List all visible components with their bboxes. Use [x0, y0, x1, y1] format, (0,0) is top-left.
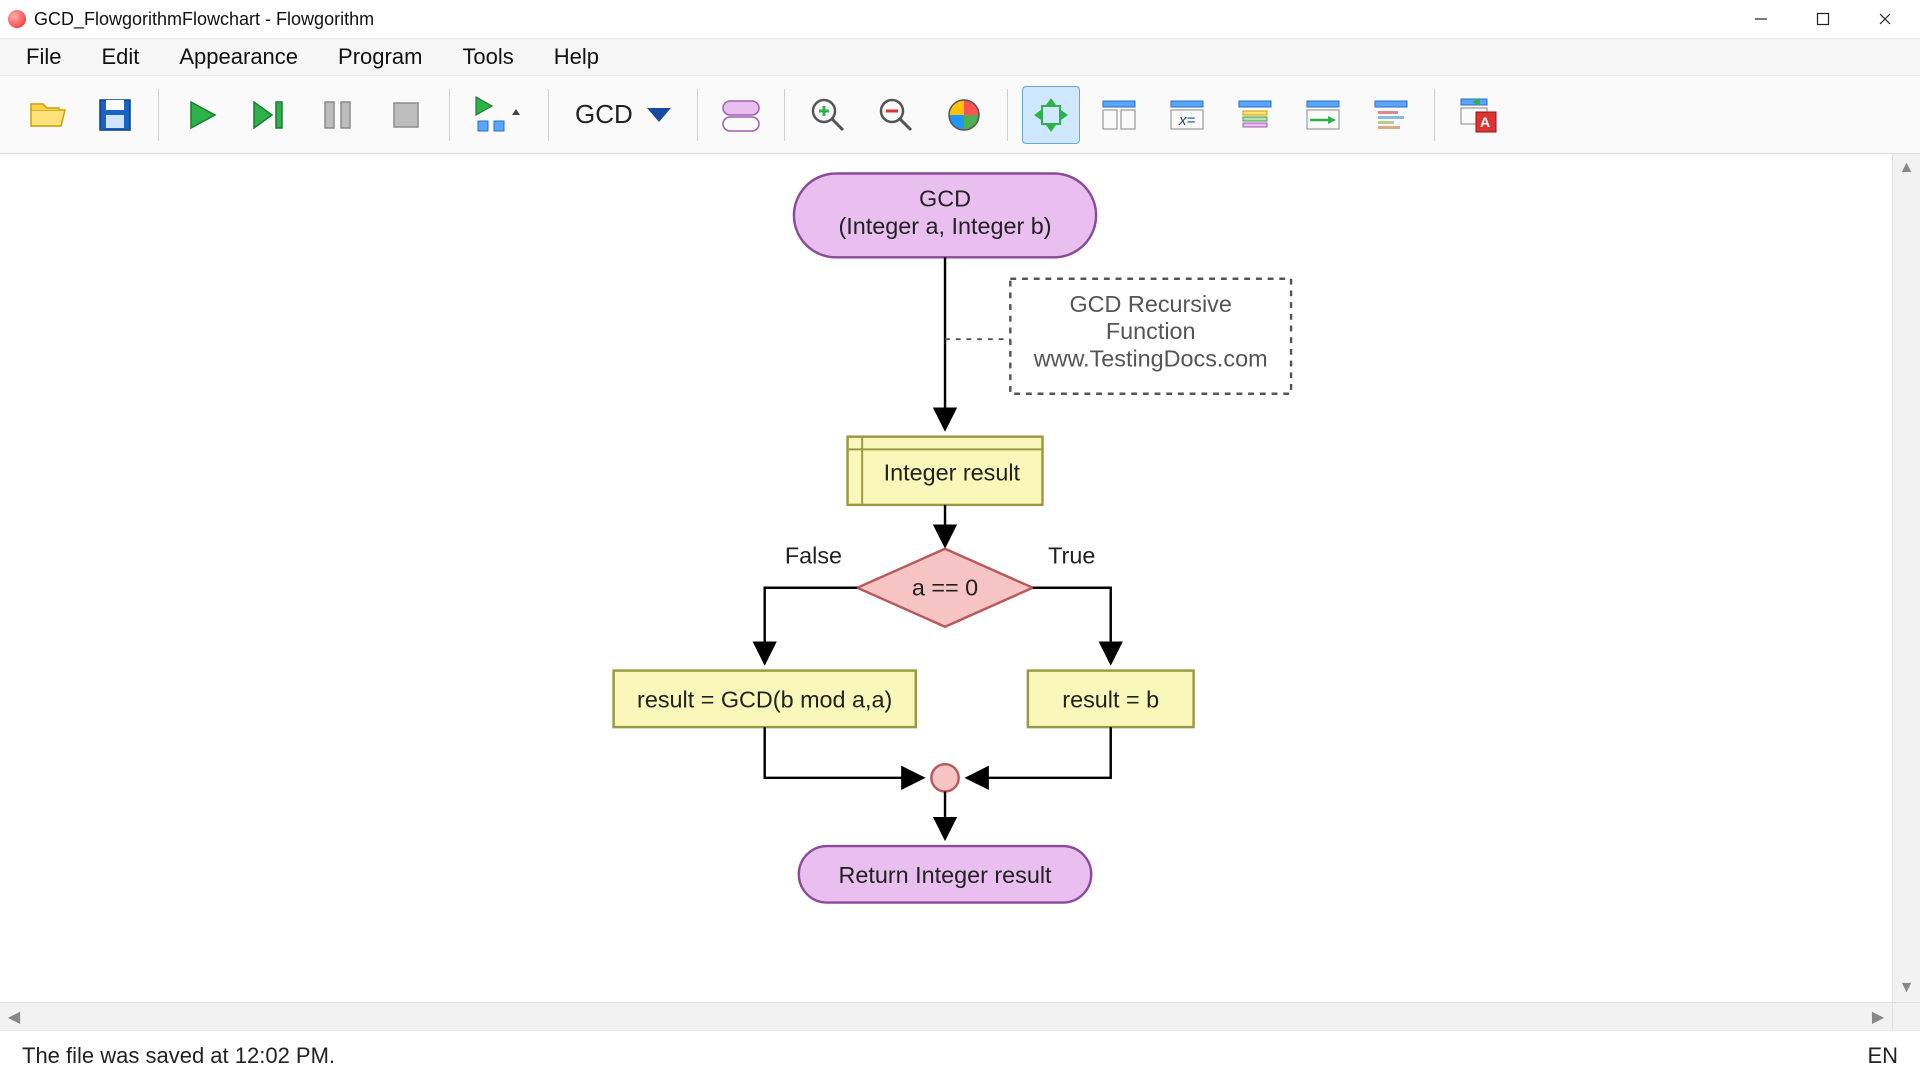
- color-scheme-button[interactable]: [935, 86, 993, 144]
- variables-button[interactable]: x=: [1158, 86, 1216, 144]
- pause-icon: [323, 98, 353, 132]
- chevron-down-icon: [647, 108, 671, 122]
- run-button[interactable]: [173, 86, 231, 144]
- export-excel-icon: A: [1458, 96, 1498, 134]
- declare-node[interactable]: Integer result: [848, 437, 1043, 505]
- console-icon: [1304, 98, 1342, 132]
- title-bar: GCD_FlowgorithmFlowchart - Flowgorithm: [0, 0, 1920, 38]
- vertical-scrollbar[interactable]: ▲ ▼: [1892, 154, 1920, 1002]
- stack-icon: [1236, 98, 1274, 132]
- color-wheel-icon: [946, 97, 982, 133]
- svg-text:A: A: [1480, 114, 1490, 130]
- function-selector[interactable]: GCD: [563, 99, 683, 130]
- function-selector-label: GCD: [575, 99, 633, 130]
- fit-arrows-icon: [1032, 96, 1070, 134]
- start-params: (Integer a, Integer b): [838, 213, 1051, 239]
- declare-text: Integer result: [884, 460, 1021, 486]
- pause-button[interactable]: [309, 86, 367, 144]
- play-icon: [185, 98, 219, 132]
- assign-false-text: result = GCD(b mod a,a): [637, 687, 892, 713]
- floppy-disk-icon: [97, 97, 133, 133]
- export-button[interactable]: A: [1449, 86, 1507, 144]
- comment-line3: www.TestingDocs.com: [1033, 345, 1268, 371]
- comment-line2: Function: [1106, 318, 1196, 344]
- menu-program[interactable]: Program: [332, 42, 428, 72]
- console-button[interactable]: [1294, 86, 1352, 144]
- horizontal-scrollbar[interactable]: ◀ ▶: [0, 1002, 1892, 1030]
- scroll-down-icon[interactable]: ▼: [1893, 974, 1920, 1002]
- app-icon: [8, 10, 26, 28]
- flowchart-canvas[interactable]: GCD (Integer a, Integer b) GCD Recursive…: [0, 154, 1892, 1002]
- layout-stack-button[interactable]: [1226, 86, 1284, 144]
- step-button[interactable]: [241, 86, 299, 144]
- variable-icon: x=: [1168, 98, 1206, 132]
- stop-icon: [391, 100, 421, 130]
- menu-file[interactable]: File: [20, 42, 67, 72]
- source-code-icon: [1372, 98, 1410, 132]
- zoom-out-icon: [877, 96, 915, 134]
- window-title: GCD_FlowgorithmFlowchart - Flowgorithm: [34, 9, 374, 30]
- toolbar: GCD: [0, 76, 1920, 154]
- play-struct-icon: [474, 95, 524, 135]
- maximize-button[interactable]: [1792, 0, 1854, 38]
- save-button[interactable]: [86, 86, 144, 144]
- scroll-right-icon[interactable]: ▶: [1864, 1003, 1892, 1030]
- assign-true-node[interactable]: result = b: [1028, 671, 1194, 728]
- return-node[interactable]: Return Integer result: [799, 846, 1091, 903]
- source-code-button[interactable]: [1362, 86, 1420, 144]
- zoom-in-icon: [809, 96, 847, 134]
- menu-help[interactable]: Help: [548, 42, 605, 72]
- columns-icon: [1100, 98, 1138, 132]
- minimize-button[interactable]: [1730, 0, 1792, 38]
- terminal-shape-icon: [720, 97, 762, 133]
- close-button[interactable]: [1854, 0, 1916, 38]
- start-node[interactable]: GCD (Integer a, Integer b): [794, 173, 1096, 257]
- fit-to-window-button[interactable]: [1022, 86, 1080, 144]
- svg-text:x=: x=: [1178, 112, 1196, 129]
- label-true: True: [1048, 542, 1095, 568]
- label-false: False: [785, 542, 842, 568]
- comment-line1: GCD Recursive: [1070, 291, 1232, 317]
- zoom-out-button[interactable]: [867, 86, 925, 144]
- menu-appearance[interactable]: Appearance: [173, 42, 304, 72]
- start-name: GCD: [919, 186, 971, 212]
- status-bar: The file was saved at 12:02 PM. EN: [0, 1030, 1920, 1080]
- terminal-shape-button[interactable]: [712, 86, 770, 144]
- open-button[interactable]: [18, 86, 76, 144]
- status-message: The file was saved at 12:02 PM.: [22, 1043, 335, 1069]
- menu-tools[interactable]: Tools: [456, 42, 519, 72]
- status-language: EN: [1867, 1043, 1898, 1069]
- assign-false-node[interactable]: result = GCD(b mod a,a): [614, 671, 916, 728]
- scroll-up-icon[interactable]: ▲: [1893, 154, 1920, 182]
- work-area: GCD (Integer a, Integer b) GCD Recursive…: [0, 154, 1920, 1030]
- layout-columns-button[interactable]: [1090, 86, 1148, 144]
- menu-bar: File Edit Appearance Program Tools Help: [0, 38, 1920, 76]
- menu-edit[interactable]: Edit: [95, 42, 145, 72]
- scroll-left-icon[interactable]: ◀: [0, 1003, 28, 1030]
- join-node[interactable]: [931, 764, 958, 791]
- decision-node[interactable]: a == 0: [857, 549, 1032, 627]
- return-text: Return Integer result: [838, 862, 1052, 888]
- assign-true-text: result = b: [1062, 687, 1159, 713]
- decision-text: a == 0: [912, 575, 978, 601]
- stop-button[interactable]: [377, 86, 435, 144]
- step-forward-icon: [250, 98, 290, 132]
- scroll-corner: [1892, 1002, 1920, 1030]
- zoom-in-button[interactable]: [799, 86, 857, 144]
- folder-open-icon: [27, 98, 67, 132]
- comment-node[interactable]: GCD Recursive Function www.TestingDocs.c…: [1010, 279, 1291, 394]
- run-to-button[interactable]: [464, 86, 534, 144]
